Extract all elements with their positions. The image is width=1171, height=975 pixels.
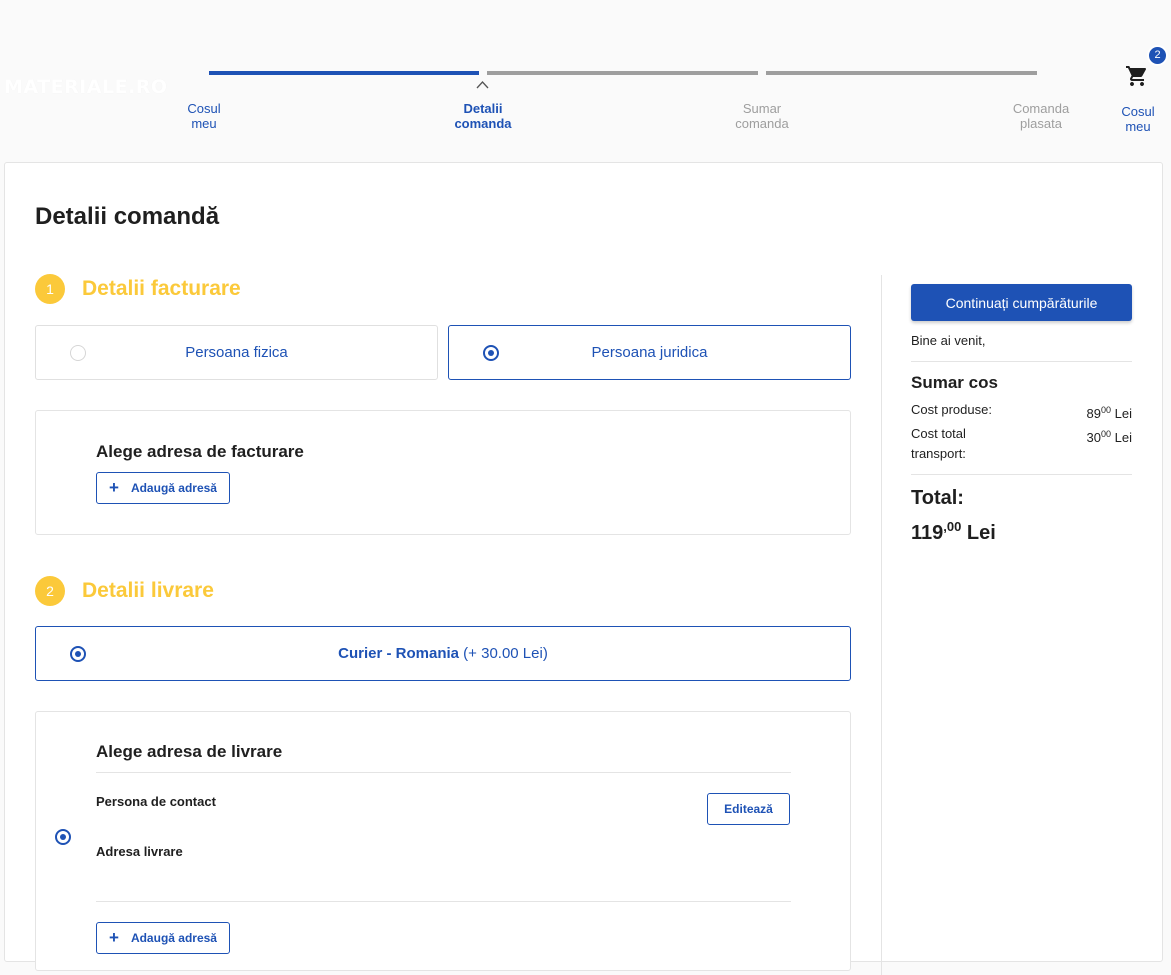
step-cart[interactable]: Cosul meu [154,101,254,131]
cart-icon[interactable] [1125,64,1149,88]
contact-person-label: Persona de contact [96,794,216,809]
delivery-section-title: Detalii livrare [82,579,214,602]
plus-icon: + [109,478,119,497]
delivery-address-label: Adresa livrare [96,844,183,859]
option-natural-person-label: Persoana fizica [185,344,288,361]
option-natural-person[interactable]: Persoana fizica [35,325,438,380]
transport-cost-int: 30 [1086,430,1102,445]
billing-section-title: Detalii facturare [82,277,241,300]
radio-delivery-address[interactable] [55,829,71,845]
checkout-header: MATERIALE.RO Cosul meu Detalii comanda S… [0,0,1171,163]
billing-address-panel: Alege adresa de facturare + Adaugă adres… [35,410,851,535]
order-details-card: Detalii comandă 1 Detalii facturare Pers… [4,162,1163,975]
continue-shopping-button[interactable]: Continuați cumpărăturile [911,284,1132,321]
welcome-text: Bine ai venit, [911,333,986,348]
billing-section-header: 1 Detalii facturare [35,274,241,304]
summary-row-transport: Cost total transport: 3000 Lei [911,424,1132,464]
add-billing-address-label: Adaugă adresă [130,481,217,495]
divider [96,772,791,773]
billing-address-title: Alege adresa de facturare [96,442,304,461]
delivery-step-number: 2 [35,576,65,606]
option-legal-person[interactable]: Persoana juridica [448,325,851,380]
delivery-address-panel: Alege adresa de livrare Persona de conta… [35,711,851,971]
sidebar-divider [881,275,882,975]
cart-summary-title: Sumar cos [911,373,998,392]
transport-cost-dec: 00 [1101,429,1112,439]
products-cost-label: Cost produse: [911,402,992,417]
billing-step-number: 1 [35,274,65,304]
step-bar-details [487,71,758,75]
delivery-method-label: Curier - Romania (+ 30.00 Lei) [338,645,548,662]
radio-courier[interactable] [70,646,86,662]
total-label: Total: [911,487,964,509]
radio-natural-person[interactable] [70,345,86,361]
transport-cost-label: Cost total transport: [911,426,966,461]
products-cost-unit: Lei [1111,406,1132,421]
products-cost-value: 8900 Lei [1087,400,1132,424]
delivery-section-header: 2 Detalii livrare [35,576,214,606]
add-billing-address-button[interactable]: + Adaugă adresă [96,472,230,504]
edit-address-button[interactable]: Editează [707,793,790,825]
cart-label[interactable]: Cosul meu [1112,104,1164,134]
step-order-details: Detalii comanda [454,101,512,131]
summary-row-products: Cost produse: 8900 Lei [911,400,1132,422]
transport-cost-value: 3000 Lei [1087,424,1132,448]
site-logo[interactable]: MATERIALE.RO [4,76,168,98]
total-value: 119,00 Lei [911,519,996,545]
radio-legal-person[interactable] [483,345,499,361]
option-legal-person-label: Persoana juridica [591,344,708,361]
cart-count-badge: 2 [1147,45,1168,66]
step-bar-cart [209,71,479,75]
divider [911,361,1132,362]
delivery-address-title: Alege adresa de livrare [96,742,283,761]
delivery-method-courier[interactable]: Curier - Romania (+ 30.00 Lei) [35,626,851,681]
add-delivery-address-button[interactable]: + Adaugă adresă [96,922,230,954]
page-title: Detalii comandă [35,203,220,230]
step-bar-summary [766,71,1037,75]
step-order-placed: Comanda plasata [1012,101,1070,131]
step-order-summary: Sumar comanda [735,101,789,131]
products-cost-int: 89 [1086,406,1102,421]
divider [911,474,1132,475]
current-step-caret-icon [476,81,489,89]
divider [96,901,791,902]
total-dec: ,00 [943,519,962,534]
delivery-method-price: (+ 30.00 Lei) [459,645,548,662]
delivery-method-name: Curier - Romania [338,645,460,662]
total-unit: Lei [961,522,996,544]
transport-cost-unit: Lei [1111,430,1132,445]
add-delivery-address-label: Adaugă adresă [130,931,217,945]
plus-icon: + [109,928,119,947]
total-int: 119 [911,522,944,544]
products-cost-dec: 00 [1101,405,1112,415]
